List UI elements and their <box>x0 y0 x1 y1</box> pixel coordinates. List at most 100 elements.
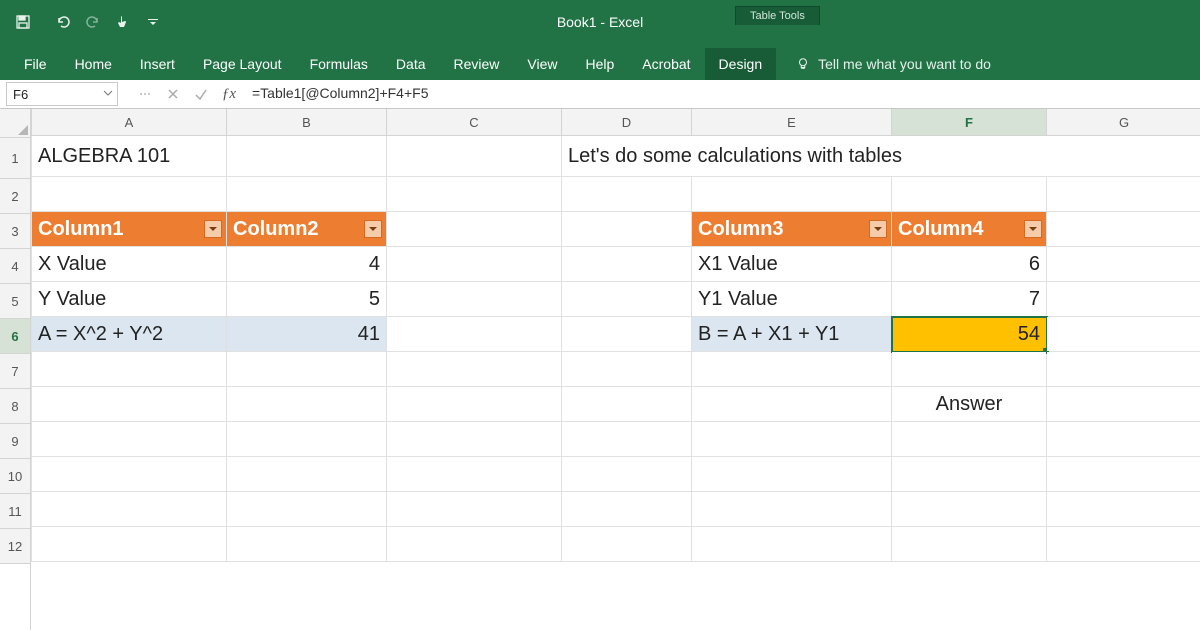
cell[interactable] <box>692 492 892 527</box>
tab-insert[interactable]: Insert <box>126 48 189 80</box>
cell[interactable] <box>692 352 892 387</box>
cell[interactable] <box>562 422 692 457</box>
row-header[interactable]: 8 <box>0 389 30 424</box>
col-header[interactable]: F <box>892 109 1047 136</box>
cell[interactable] <box>1047 422 1200 457</box>
row-header[interactable]: 3 <box>0 214 30 249</box>
touch-mode-icon[interactable] <box>110 9 136 35</box>
fx-icon[interactable]: ƒx <box>220 85 238 103</box>
cell[interactable] <box>562 317 692 352</box>
cell[interactable] <box>562 247 692 282</box>
tab-page-layout[interactable]: Page Layout <box>189 48 296 80</box>
cell[interactable] <box>1047 282 1200 317</box>
select-all-corner[interactable] <box>0 109 30 138</box>
cell[interactable] <box>1047 492 1200 527</box>
col-header[interactable]: G <box>1047 109 1200 136</box>
cell[interactable]: Y Value <box>32 282 227 317</box>
row-header[interactable]: 12 <box>0 529 30 564</box>
tab-file[interactable]: File <box>10 48 61 80</box>
col-header[interactable]: B <box>227 109 387 136</box>
tab-data[interactable]: Data <box>382 48 440 80</box>
cell[interactable] <box>387 352 562 387</box>
cell[interactable] <box>562 212 692 247</box>
cell[interactable] <box>692 177 892 212</box>
filter-dropdown-icon[interactable] <box>204 220 222 238</box>
cell[interactable] <box>387 492 562 527</box>
cell[interactable] <box>227 387 387 422</box>
cell[interactable] <box>892 177 1047 212</box>
row-header[interactable]: 5 <box>0 284 30 319</box>
cell[interactable] <box>562 282 692 317</box>
cell[interactable] <box>892 492 1047 527</box>
cell[interactable]: ALGEBRA 101 <box>32 136 227 177</box>
chevron-down-icon[interactable] <box>103 88 113 98</box>
cell[interactable] <box>892 527 1047 562</box>
cell[interactable] <box>1047 317 1200 352</box>
cell[interactable]: 5 <box>227 282 387 317</box>
cell[interactable]: Answer <box>892 387 1047 422</box>
cell[interactable] <box>227 457 387 492</box>
cell[interactable] <box>562 457 692 492</box>
cell[interactable] <box>387 387 562 422</box>
row-header[interactable]: 10 <box>0 459 30 494</box>
cell[interactable] <box>387 247 562 282</box>
tell-me-search[interactable]: Tell me what you want to do <box>796 56 991 80</box>
cell[interactable] <box>387 282 562 317</box>
cell[interactable] <box>387 212 562 247</box>
cell[interactable] <box>562 527 692 562</box>
cell[interactable] <box>692 422 892 457</box>
cell[interactable] <box>227 527 387 562</box>
table-header-cell[interactable]: Column1 <box>32 212 227 247</box>
cell[interactable]: Let's do some calculations with tables <box>562 136 1200 177</box>
formula-input[interactable]: =Table1[@Column2]+F4+F5 <box>252 85 1200 103</box>
cancel-icon[interactable] <box>164 85 182 103</box>
cell[interactable] <box>32 352 227 387</box>
name-box[interactable]: F6 <box>6 82 118 106</box>
cell[interactable]: X Value <box>32 247 227 282</box>
cell[interactable] <box>32 387 227 422</box>
cell[interactable] <box>1047 177 1200 212</box>
col-header[interactable]: D <box>562 109 692 136</box>
tab-acrobat[interactable]: Acrobat <box>628 48 704 80</box>
row-header[interactable]: 11 <box>0 494 30 529</box>
cell[interactable] <box>227 492 387 527</box>
row-header[interactable]: 2 <box>0 179 30 214</box>
cell[interactable] <box>1047 247 1200 282</box>
tab-help[interactable]: Help <box>572 48 629 80</box>
table-header-cell[interactable]: Column3 <box>692 212 892 247</box>
cell[interactable] <box>387 136 562 177</box>
tab-home[interactable]: Home <box>61 48 126 80</box>
cell[interactable] <box>562 352 692 387</box>
cell[interactable] <box>562 177 692 212</box>
table-header-cell[interactable]: Column2 <box>227 212 387 247</box>
tab-formulas[interactable]: Formulas <box>296 48 382 80</box>
table-header-cell[interactable]: Column4 <box>892 212 1047 247</box>
cell[interactable] <box>892 457 1047 492</box>
cell[interactable]: 7 <box>892 282 1047 317</box>
tab-review[interactable]: Review <box>440 48 514 80</box>
row-header[interactable]: 1 <box>0 138 30 179</box>
cell[interactable] <box>1047 387 1200 422</box>
cell[interactable] <box>32 492 227 527</box>
tab-view[interactable]: View <box>513 48 571 80</box>
selected-cell[interactable]: 54 <box>892 317 1047 352</box>
cell[interactable] <box>1047 527 1200 562</box>
cell[interactable]: B = A + X1 + Y1 <box>692 317 892 352</box>
cell[interactable] <box>227 422 387 457</box>
cell[interactable] <box>387 317 562 352</box>
col-header[interactable]: E <box>692 109 892 136</box>
save-icon[interactable] <box>10 9 36 35</box>
cell[interactable]: 6 <box>892 247 1047 282</box>
redo-icon[interactable] <box>80 9 106 35</box>
cell[interactable] <box>692 457 892 492</box>
cell[interactable]: A = X^2 + Y^2 <box>32 317 227 352</box>
cell[interactable] <box>692 527 892 562</box>
cell[interactable] <box>1047 457 1200 492</box>
row-header[interactable]: 7 <box>0 354 30 389</box>
undo-icon[interactable] <box>50 9 76 35</box>
cell[interactable] <box>387 177 562 212</box>
filter-dropdown-icon[interactable] <box>1024 220 1042 238</box>
cell[interactable] <box>1047 212 1200 247</box>
cell[interactable] <box>32 177 227 212</box>
cell[interactable] <box>562 387 692 422</box>
